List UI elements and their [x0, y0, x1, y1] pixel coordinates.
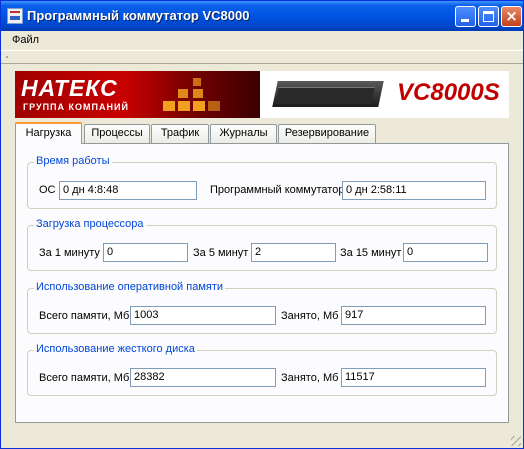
toolbar-strip [1, 50, 523, 64]
disk-group: Использование жесткого диска Всего памят… [27, 343, 497, 396]
tab-load[interactable]: Нагрузка [15, 122, 82, 144]
cpu-5min-label: За 5 минут [193, 247, 249, 259]
minimize-button[interactable] [455, 6, 476, 27]
cpu-legend: Загрузка процессора [34, 218, 146, 230]
ram-used-field[interactable]: 917 [341, 306, 486, 325]
disk-legend: Использование жесткого диска [34, 343, 197, 355]
tab-processes[interactable]: Процессы [84, 124, 150, 143]
window-title: Программный коммутатор VC8000 [27, 8, 250, 23]
cpu-15min-label: За 15 минут [340, 247, 402, 259]
disk-used-field[interactable]: 11517 [341, 368, 486, 387]
tab-traffic[interactable]: Трафик [151, 124, 209, 143]
app-icon [7, 8, 23, 24]
banner: НАТЕКС ГРУППА КОМПАНИЙ VC8000S [15, 71, 509, 118]
app-window: Программный коммутатор VC8000 × Файл НАТ… [0, 0, 524, 449]
cpu-1min-label: За 1 минуту [39, 247, 100, 259]
logo-square [163, 101, 175, 111]
logo-square [193, 101, 205, 111]
logo-square [178, 101, 190, 111]
logo-square [193, 78, 201, 86]
brand-name: НАТЕКС [21, 75, 118, 101]
uptime-legend: Время работы [34, 155, 112, 167]
os-uptime-field[interactable]: 0 дн 4:8:48 [59, 181, 197, 200]
ram-legend: Использование оперативной памяти [34, 281, 226, 293]
menu-file[interactable]: Файл [12, 34, 39, 46]
title-bar[interactable]: Программный коммутатор VC8000 × [1, 1, 523, 31]
tab-panel-load: Время работы ОС 0 дн 4:8:48 Программный … [15, 143, 509, 423]
close-icon: × [505, 7, 518, 25]
switch-uptime-label: Программный коммутатор [210, 184, 345, 196]
toolbar-grip[interactable] [6, 56, 8, 58]
cpu-5min-field[interactable]: 2 [251, 243, 336, 262]
tab-redundancy[interactable]: Резервирование [278, 124, 376, 143]
uptime-group: Время работы ОС 0 дн 4:8:48 Программный … [27, 155, 497, 209]
menu-bar: Файл [1, 31, 523, 50]
logo-square [208, 101, 220, 111]
brand-subtitle: ГРУППА КОМПАНИЙ [23, 102, 129, 112]
brand-logo: НАТЕКС ГРУППА КОМПАНИЙ [15, 71, 260, 118]
disk-used-label: Занято, Мб [281, 372, 339, 384]
resize-grip[interactable] [511, 436, 521, 446]
disk-total-label: Всего памяти, Мб [39, 372, 130, 384]
server-device-front [275, 87, 375, 104]
ram-total-field[interactable]: 1003 [130, 306, 276, 325]
ram-used-label: Занято, Мб [281, 310, 339, 322]
maximize-button[interactable] [478, 6, 499, 27]
product-image: VC8000S [272, 71, 509, 118]
tab-logs[interactable]: Журналы [210, 124, 277, 143]
ram-group: Использование оперативной памяти Всего п… [27, 281, 497, 334]
cpu-1min-field[interactable]: 0 [103, 243, 188, 262]
minimize-icon [461, 19, 469, 22]
disk-total-field[interactable]: 28382 [130, 368, 276, 387]
cpu-group: Загрузка процессора За 1 минуту 0 За 5 м… [27, 218, 497, 271]
switch-uptime-field[interactable]: 0 дн 2:58:11 [342, 181, 486, 200]
ram-total-label: Всего памяти, Мб [39, 310, 130, 322]
product-model: VC8000S [397, 79, 500, 106]
logo-square [178, 89, 188, 98]
logo-square [193, 89, 203, 98]
close-button[interactable]: × [501, 6, 522, 27]
os-uptime-label: ОС [39, 184, 56, 196]
cpu-15min-field[interactable]: 0 [403, 243, 488, 262]
maximize-icon [483, 11, 494, 22]
